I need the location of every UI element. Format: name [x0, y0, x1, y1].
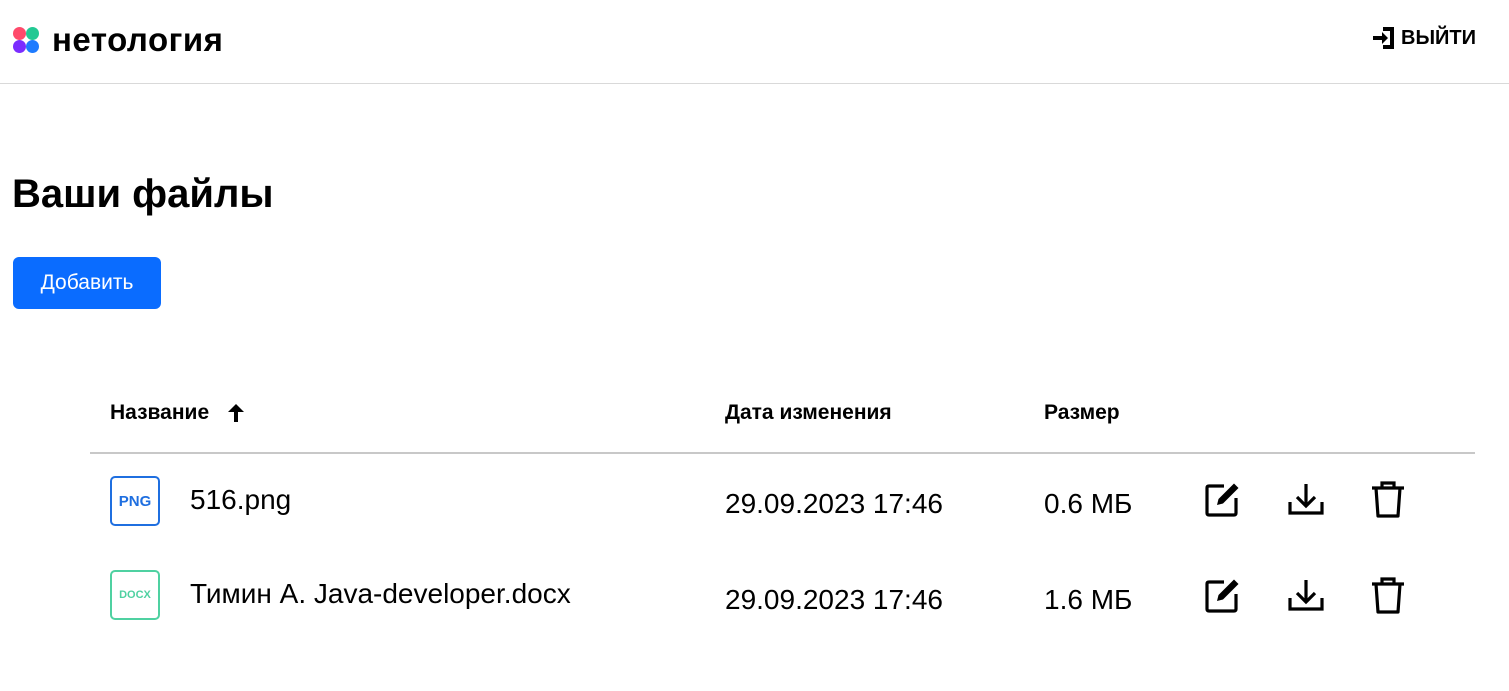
download-icon: [1288, 484, 1324, 515]
edit-icon: [1205, 483, 1239, 517]
file-date: 29.09.2023 17:46: [725, 488, 943, 519]
table-row: DOCX Тимин А. Java-developer.docx 29.09.…: [90, 550, 1475, 646]
column-header-size[interactable]: Размер: [1044, 400, 1120, 426]
delete-button[interactable]: [1368, 576, 1408, 616]
table-row: PNG 516.png 29.09.2023 17:46 0.6 МБ: [90, 454, 1475, 550]
download-button[interactable]: [1286, 480, 1326, 520]
logout-label: ВЫЙТИ: [1401, 26, 1476, 49]
column-header-name-label: Название: [110, 401, 210, 424]
logo-text: нетология: [52, 21, 224, 58]
add-file-button[interactable]: Добавить: [13, 257, 161, 309]
files-table: Название Дата изменения Размер PNG 516.p…: [90, 390, 1475, 646]
logout-button[interactable]: ВЫЙТИ: [1371, 25, 1476, 51]
delete-button[interactable]: [1368, 480, 1408, 520]
edit-icon: [1205, 579, 1239, 613]
download-button[interactable]: [1286, 576, 1326, 616]
docx-file-icon: DOCX: [110, 570, 160, 620]
file-size: 0.6 МБ: [1044, 488, 1133, 519]
logo-mark-icon: [12, 26, 40, 54]
column-header-name[interactable]: Название: [110, 400, 245, 426]
table-header: Название Дата изменения Размер: [90, 390, 1475, 454]
file-name[interactable]: 516.png: [190, 483, 291, 517]
column-header-date[interactable]: Дата изменения: [725, 400, 892, 426]
file-name[interactable]: Тимин А. Java-developer.docx: [190, 577, 571, 611]
page-title: Ваши файлы: [12, 172, 274, 216]
trash-icon: [1372, 481, 1404, 518]
edit-button[interactable]: [1202, 576, 1242, 616]
edit-button[interactable]: [1202, 480, 1242, 520]
logo[interactable]: нетология: [12, 22, 223, 58]
logout-icon: [1373, 27, 1394, 49]
download-icon: [1288, 580, 1324, 611]
top-bar: нетология ВЫЙТИ: [0, 0, 1509, 84]
file-date: 29.09.2023 17:46: [725, 584, 943, 615]
trash-icon: [1372, 577, 1404, 614]
arrow-up-icon[interactable]: [227, 403, 245, 423]
png-file-icon: PNG: [110, 476, 160, 526]
file-size: 1.6 МБ: [1044, 584, 1133, 615]
